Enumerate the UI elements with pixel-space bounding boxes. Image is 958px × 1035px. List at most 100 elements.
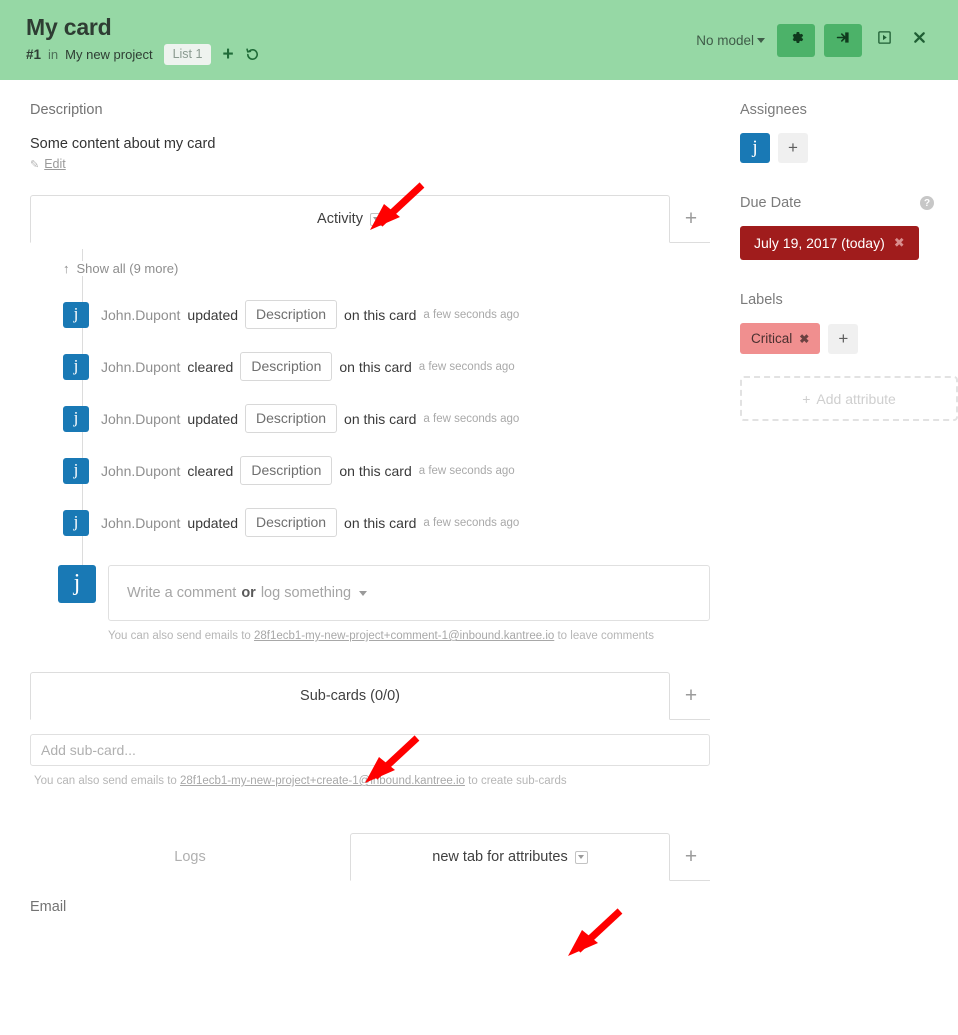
add-label-button[interactable]: +: [828, 323, 859, 354]
history-icon[interactable]: [245, 47, 260, 62]
status-badge[interactable]: Critical ✖: [740, 323, 821, 354]
activity-text: John.Dupont updated Description on this …: [101, 404, 519, 433]
breadcrumb: #1 in My new project List 1 +: [26, 44, 696, 66]
activity-attribute-chip[interactable]: Description: [240, 352, 333, 381]
add-attribute-button[interactable]: + Add attribute: [740, 376, 958, 421]
plus-icon: +: [802, 390, 811, 407]
comment-composer: j Write a comment or log something: [30, 565, 710, 621]
chevron-down-icon: [757, 37, 765, 43]
model-selector[interactable]: No model: [696, 33, 765, 48]
description-content: Some content about my card: [30, 136, 216, 152]
show-all-button[interactable]: ↑ Show all (9 more): [63, 261, 185, 276]
add-assignee-button[interactable]: +: [778, 133, 808, 163]
main-column: Description Some content about my card ✎…: [0, 80, 740, 933]
activity-user: John.Dupont: [101, 462, 181, 479]
plus-icon: +: [684, 684, 698, 707]
subcards-body: You can also send emails to 28f1ecb1-my-…: [30, 734, 710, 787]
bottom-tabbar: Logs new tab for attributes +: [30, 833, 710, 881]
activity-verb: cleared: [187, 358, 234, 375]
sign-in-button[interactable]: [824, 23, 862, 57]
subcards-email-address[interactable]: 28f1ecb1-my-new-project+create-1@inbound…: [180, 775, 465, 787]
comment-email-hint-suffix: to leave comments: [557, 630, 654, 642]
card-header: My card #1 in My new project List 1 + No…: [0, 0, 958, 80]
tab-new-attributes[interactable]: new tab for attributes: [350, 833, 670, 881]
labels-block: Labels Critical ✖ + + Add attribute: [740, 292, 958, 421]
activity-text: John.Dupont cleared Description on this …: [101, 456, 515, 485]
add-tab-button[interactable]: +: [670, 672, 712, 720]
activity-timestamp: a few seconds ago: [418, 360, 515, 373]
comment-email-address[interactable]: 28f1ecb1-my-new-project+comment-1@inboun…: [254, 630, 554, 642]
project-name-link[interactable]: My new project: [65, 47, 152, 62]
activity-row: j John.Dupont cleared Description on thi…: [30, 456, 710, 485]
close-button[interactable]: [906, 25, 932, 55]
help-icon[interactable]: ?: [920, 196, 934, 210]
plus-icon: +: [788, 138, 798, 157]
assignees-list: j +: [740, 133, 958, 163]
log-something-label[interactable]: log something: [261, 585, 351, 601]
tab-logs[interactable]: Logs: [30, 833, 350, 881]
plus-icon: +: [684, 845, 698, 868]
tab-activity[interactable]: Activity: [30, 195, 670, 243]
card-body: Description Some content about my card ✎…: [0, 80, 958, 933]
add-subcard-input[interactable]: [30, 734, 710, 766]
edit-description-link[interactable]: Edit: [44, 157, 66, 171]
add-tab-button[interactable]: +: [670, 195, 712, 243]
play-box-icon: [877, 30, 892, 50]
close-icon[interactable]: ✖: [799, 332, 809, 346]
activity-feed: ↑ Show all (9 more) j John.Dupont update…: [30, 243, 710, 642]
activity-user: John.Dupont: [101, 514, 181, 531]
due-date-label-text: Due Date: [740, 195, 802, 211]
list-chip[interactable]: List 1: [163, 44, 212, 66]
activity-object: on this card: [344, 410, 417, 427]
assignees-block: Assignees j +: [740, 102, 958, 163]
avatar[interactable]: j: [740, 133, 770, 163]
subcards-tabbar: Sub-cards (0/0) +: [30, 672, 710, 720]
labels-label: Labels: [740, 292, 958, 308]
comment-email-hint-prefix: You can also send emails to: [108, 630, 251, 642]
tab-subcards[interactable]: Sub-cards (0/0): [30, 672, 670, 720]
comment-input[interactable]: Write a comment or log something: [108, 565, 710, 621]
card-number: #1: [26, 47, 42, 63]
show-all-label: Show all (9 more): [76, 261, 179, 276]
activity-timestamp: a few seconds ago: [423, 308, 520, 321]
activity-timestamp: a few seconds ago: [423, 516, 520, 529]
play-box-button[interactable]: [871, 25, 897, 55]
due-date-value: July 19, 2017 (today): [754, 235, 885, 251]
caret-down-box-icon[interactable]: [574, 850, 588, 864]
comment-email-hint: You can also send emails to 28f1ecb1-my-…: [108, 630, 710, 642]
caret-down-icon[interactable]: [359, 590, 368, 596]
activity-attribute-chip[interactable]: Description: [245, 300, 338, 329]
activity-object: on this card: [339, 462, 412, 479]
activity-user: John.Dupont: [101, 358, 181, 375]
avatar: j: [58, 565, 96, 603]
due-date-label: Due Date ?: [740, 195, 958, 211]
activity-row: j John.Dupont cleared Description on thi…: [30, 352, 710, 381]
avatar: j: [63, 405, 89, 432]
avatar: j: [63, 301, 89, 328]
activity-text: John.Dupont updated Description on this …: [101, 508, 519, 537]
label-chip-text: Critical: [751, 331, 793, 346]
labels-list: Critical ✖ +: [740, 323, 958, 354]
activity-verb: updated: [187, 410, 239, 427]
description-edit-row[interactable]: ✎ Edit: [30, 157, 710, 171]
tab-subcards-label: Sub-cards (0/0): [300, 688, 400, 704]
comment-placeholder: Write a comment: [127, 585, 237, 601]
add-tab-button[interactable]: +: [670, 833, 712, 881]
model-selector-label: No model: [696, 32, 754, 48]
caret-down-box-icon[interactable]: [369, 212, 383, 226]
activity-user: John.Dupont: [101, 410, 181, 427]
due-date-badge[interactable]: July 19, 2017 (today) ✖: [740, 226, 919, 260]
close-icon[interactable]: ✖: [894, 235, 905, 251]
close-icon: [912, 30, 927, 50]
activity-attribute-chip[interactable]: Description: [245, 404, 338, 433]
description-label: Description: [30, 102, 103, 118]
tab-logs-label: Logs: [174, 849, 206, 865]
activity-attribute-chip[interactable]: Description: [245, 508, 338, 537]
settings-button[interactable]: [777, 23, 815, 57]
activity-attribute-chip[interactable]: Description: [240, 456, 333, 485]
gear-icon: [788, 29, 805, 51]
sidebar: Assignees j + Due Date ? July 19, 2017 (…: [740, 80, 958, 933]
assignees-label: Assignees: [740, 102, 958, 118]
plus-icon: +: [684, 207, 698, 230]
plus-icon[interactable]: +: [222, 45, 233, 64]
